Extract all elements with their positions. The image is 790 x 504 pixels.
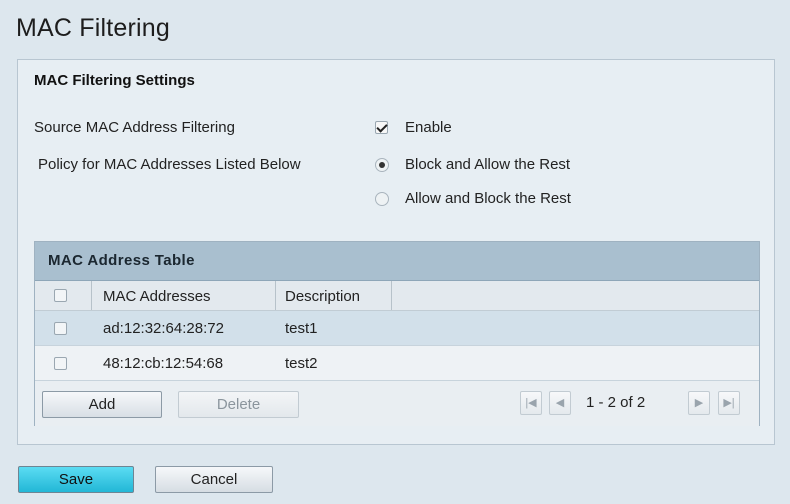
description-cell: test2 [285,355,318,372]
section-heading: MAC Filtering Settings [34,72,195,89]
column-header-mac[interactable]: MAC Addresses [103,288,211,305]
table-title: MAC Address Table [48,252,195,269]
enable-label[interactable]: Enable [405,119,452,136]
row-checkbox[interactable] [54,357,67,370]
column-divider [391,281,392,310]
mac-address-cell: ad:12:32:64:28:72 [103,320,224,337]
policy-label: Policy for MAC Addresses Listed Below [38,156,301,173]
pager-info: 1 - 2 of 2 [586,394,646,411]
save-button[interactable]: Save [18,466,134,493]
column-header-description[interactable]: Description [285,288,360,305]
source-filter-label: Source MAC Address Filtering [34,119,235,136]
mac-filtering-settings-panel: MAC Filtering Settings Source MAC Addres… [17,59,775,445]
description-cell: test1 [285,320,318,337]
first-page-icon[interactable]: |◀ [520,391,542,415]
enable-checkbox[interactable] [375,121,388,134]
table-header: MAC Addresses Description [35,281,759,311]
next-page-icon[interactable]: ▶ [688,391,710,415]
last-page-icon[interactable]: ▶| [718,391,740,415]
allow-block-radio[interactable] [375,192,389,206]
table-title-bar: MAC Address Table [35,242,759,281]
mac-address-cell: 48:12:cb:12:54:68 [103,355,224,372]
column-divider [275,281,276,310]
column-divider [91,281,92,310]
block-allow-label[interactable]: Block and Allow the Rest [405,156,570,173]
page-title: MAC Filtering [16,14,171,42]
table-row[interactable]: 48:12:cb:12:54:68 test2 [35,346,759,381]
allow-block-label[interactable]: Allow and Block the Rest [405,190,571,207]
previous-page-icon[interactable]: ◀ [549,391,571,415]
table-footer: Add Delete |◀ ◀ 1 - 2 of 2 ▶ ▶| [35,381,759,426]
mac-address-table: MAC Address Table MAC Addresses Descript… [34,241,760,426]
row-checkbox[interactable] [54,322,67,335]
table-row[interactable]: ad:12:32:64:28:72 test1 [35,311,759,346]
cancel-button[interactable]: Cancel [155,466,273,493]
block-allow-radio[interactable] [375,158,389,172]
add-button[interactable]: Add [42,391,162,418]
select-all-checkbox[interactable] [54,289,67,302]
delete-button[interactable]: Delete [178,391,299,418]
